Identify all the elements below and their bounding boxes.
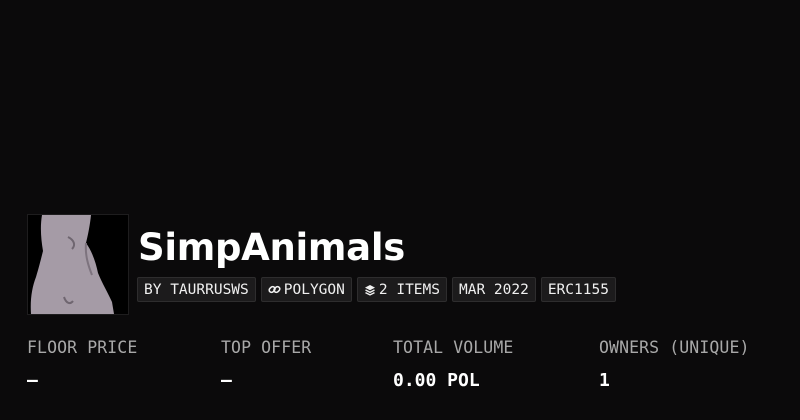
total-volume-stat: TOTAL VOLUME 0.00 POL — [393, 338, 513, 392]
link-icon — [268, 285, 281, 294]
floor-price-value: — — [27, 370, 38, 391]
total-volume-value: 0.00 POL — [393, 370, 480, 391]
layers-icon — [364, 284, 375, 296]
floor-price-label: FLOOR PRICE — [27, 338, 138, 357]
chain-tag[interactable]: POLYGON — [260, 277, 352, 302]
collection-title: SimpAnimals — [138, 226, 405, 269]
date-tag: MAR 2022 — [451, 277, 536, 302]
items-tag-label: 2 ITEMS — [378, 281, 440, 298]
creator-tag-label: BY TAURRUSWS — [144, 281, 249, 298]
chain-tag-label: POLYGON — [283, 281, 345, 298]
items-tag: 2 ITEMS — [356, 277, 447, 302]
owners-value: 1 — [599, 370, 610, 391]
top-offer-label: TOP OFFER — [221, 338, 312, 357]
top-offer-value: — — [221, 370, 232, 391]
collection-avatar — [27, 214, 129, 315]
date-tag-label: MAR 2022 — [458, 281, 529, 298]
owners-stat: OWNERS (UNIQUE) 1 — [599, 338, 750, 392]
owners-label: OWNERS (UNIQUE) — [599, 338, 750, 357]
collection-tags: BY TAURRUSWS POLYGON 2 ITEMS MAR 2022 ER… — [137, 277, 616, 302]
avatar-figure-image — [28, 215, 128, 314]
creator-tag[interactable]: BY TAURRUSWS — [137, 277, 256, 302]
total-volume-label: TOTAL VOLUME — [393, 338, 514, 357]
standard-tag: ERC1155 — [540, 277, 616, 302]
floor-price-stat: FLOOR PRICE — — [27, 338, 137, 392]
top-offer-stat: TOP OFFER — — [221, 338, 311, 392]
standard-tag-label: ERC1155 — [547, 281, 609, 298]
